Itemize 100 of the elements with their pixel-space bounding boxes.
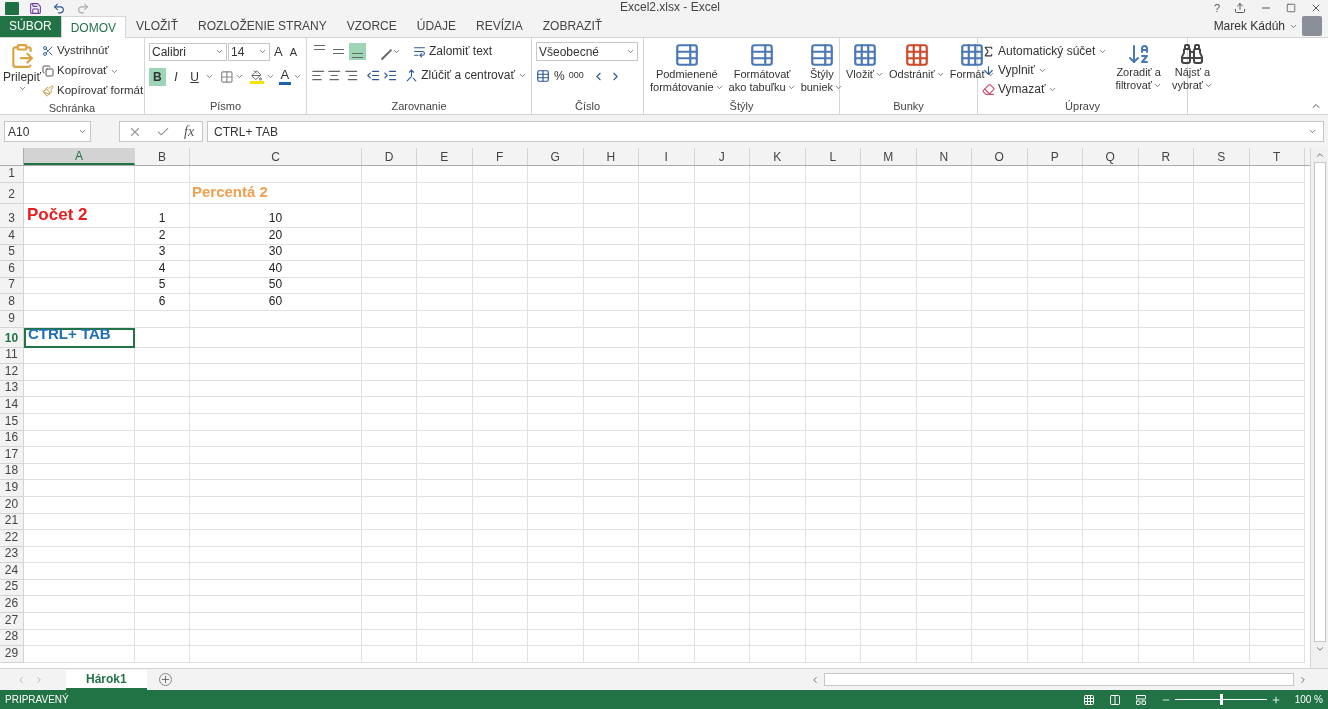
ribbon-tab[interactable]: ROZLOŽENIE STRANY (188, 15, 337, 37)
row-header[interactable]: 12 (0, 364, 24, 381)
column-header[interactable]: F (472, 148, 528, 165)
column-header[interactable]: J (694, 148, 750, 165)
column-header[interactable]: L (805, 148, 861, 165)
editing-button[interactable]: Vymazať (982, 80, 1108, 98)
ribbon-tab[interactable]: VLOŽIŤ (126, 15, 189, 37)
ribbon-button[interactable]: Podmienené formátovanie (648, 42, 726, 94)
row-header[interactable]: 19 (0, 480, 24, 497)
undo-icon[interactable] (52, 1, 66, 15)
thousands-button[interactable]: 000 (568, 69, 584, 83)
paste-button[interactable]: Prilepiť (4, 42, 40, 100)
row-header[interactable]: 29 (0, 646, 24, 663)
scroll-right-icon[interactable] (1298, 674, 1308, 685)
row-header[interactable]: 22 (0, 530, 24, 547)
scroll-left-icon[interactable] (810, 674, 820, 685)
column-header[interactable]: S (1194, 148, 1250, 165)
row-header[interactable]: 10 (0, 327, 24, 348)
ribbon-tab[interactable]: REVÍZIA (466, 15, 533, 37)
caret-icon (626, 47, 635, 56)
scrollbar-thumb[interactable] (1313, 162, 1326, 642)
close-icon[interactable] (1310, 2, 1322, 14)
column-header[interactable]: H (583, 148, 639, 165)
row-header[interactable]: 24 (0, 563, 24, 580)
column-header[interactable]: C (190, 148, 362, 165)
ribbon-button[interactable]: Vložiť (844, 42, 886, 81)
user-name[interactable]: Marek Kádúh (1213, 17, 1285, 35)
row-header[interactable]: 3 (0, 204, 24, 228)
row-header[interactable]: 4 (0, 228, 24, 245)
clipboard-button[interactable]: Vystrihnúť (42, 42, 144, 60)
font-size-field[interactable]: 14 (228, 42, 270, 61)
clipboard-button[interactable]: Kopírovať formát (42, 82, 144, 100)
row-header[interactable]: 27 (0, 613, 24, 630)
name-box[interactable]: A10 (4, 121, 91, 142)
zoom-level[interactable]: 100 % (1294, 692, 1323, 707)
help-button[interactable]: ? (1213, 2, 1220, 14)
ribbon-display-icon[interactable] (1234, 2, 1246, 14)
row-header[interactable]: 14 (0, 397, 24, 414)
ribbon-tab[interactable]: SÚBOR (0, 15, 61, 37)
font-name-field[interactable]: Calibri (149, 42, 227, 61)
align-icon[interactable] (349, 42, 366, 60)
page-break-icon[interactable] (1134, 693, 1147, 706)
row-header[interactable]: 26 (0, 596, 24, 614)
row-header[interactable]: 17 (0, 447, 24, 464)
font-color-button[interactable]: A (278, 68, 292, 85)
format-button[interactable]: I (167, 67, 185, 86)
normal-view-icon[interactable] (1082, 693, 1095, 706)
border-icon[interactable] (219, 69, 234, 84)
ribbon-button[interactable]: Formátovať ako tabuľku (726, 42, 798, 94)
column-header[interactable]: G (528, 148, 584, 165)
column-header[interactable]: M (861, 148, 917, 165)
ribbon-button[interactable]: Štýly buniek (798, 42, 846, 94)
ribbon-button[interactable]: Nájsť a vybrať (1169, 42, 1215, 98)
copy-icon (42, 65, 54, 77)
number-format-field[interactable]: Všeobecné (536, 42, 638, 61)
zoom-in-icon[interactable] (1270, 694, 1281, 705)
column-header[interactable]: N (916, 148, 972, 165)
ribbon-button[interactable]: Zoradiť a filtrovať (1113, 42, 1164, 98)
column-header[interactable]: T (1249, 148, 1305, 165)
table-cell: Percentá 2 (190, 183, 362, 204)
scroll-down-icon[interactable] (1314, 644, 1325, 654)
format-button[interactable]: B (149, 67, 166, 86)
grow-font-button[interactable]: A (271, 42, 286, 62)
column-header[interactable]: P (1027, 148, 1083, 165)
column-header[interactable]: D (362, 148, 417, 165)
formula-field[interactable]: CTRL+ TAB (207, 121, 1324, 142)
accounting-icon[interactable] (536, 69, 550, 83)
horizontal-scrollbar-thumb[interactable] (824, 673, 1294, 686)
column-header[interactable]: I (639, 148, 695, 165)
column-header[interactable]: R (1138, 148, 1194, 165)
shrink-font-button[interactable]: A (286, 43, 300, 60)
ribbon-button[interactable]: Odstrániť (886, 42, 947, 81)
column-header[interactable]: E (417, 148, 473, 165)
column-header[interactable]: Q (1083, 148, 1139, 165)
ribbon-tab[interactable]: ZOBRAZIŤ (532, 15, 613, 37)
percent-button[interactable]: % (554, 67, 565, 85)
row-header[interactable]: 6 (0, 261, 24, 278)
fill-color-icon[interactable] (250, 69, 264, 84)
column-header[interactable]: B (135, 148, 190, 165)
ribbon-tab[interactable]: VZORCE (336, 15, 407, 37)
column-header[interactable]: O (972, 148, 1028, 165)
column-header[interactable]: K (750, 148, 806, 165)
scroll-up-icon[interactable] (1314, 150, 1325, 160)
format-button[interactable]: U (186, 67, 203, 86)
column-header[interactable]: A (24, 148, 135, 165)
merge-center-button[interactable]: Zlúčiť a centrovať (405, 66, 527, 84)
clipboard-button[interactable]: Kopírovať (42, 62, 144, 80)
row-header[interactable]: 8 (0, 294, 24, 311)
zoom-slider-thumb[interactable] (1219, 694, 1223, 705)
ribbon-tab[interactable]: DOMOV (60, 16, 127, 38)
restore-icon[interactable] (1286, 3, 1296, 13)
row-header[interactable]: 1 (0, 166, 24, 183)
wrap-text-button[interactable]: Zalomiť text (413, 42, 493, 60)
row-header[interactable]: 2 (0, 183, 24, 204)
save-icon[interactable] (29, 1, 42, 15)
ribbon-tab[interactable]: ÚDAJE (406, 15, 467, 37)
sheet-tab[interactable]: Hárok1 (66, 669, 147, 690)
insert-function-button[interactable]: fx (184, 124, 195, 139)
page-layout-icon[interactable] (1108, 693, 1121, 706)
excel-icon[interactable] (5, 1, 19, 15)
